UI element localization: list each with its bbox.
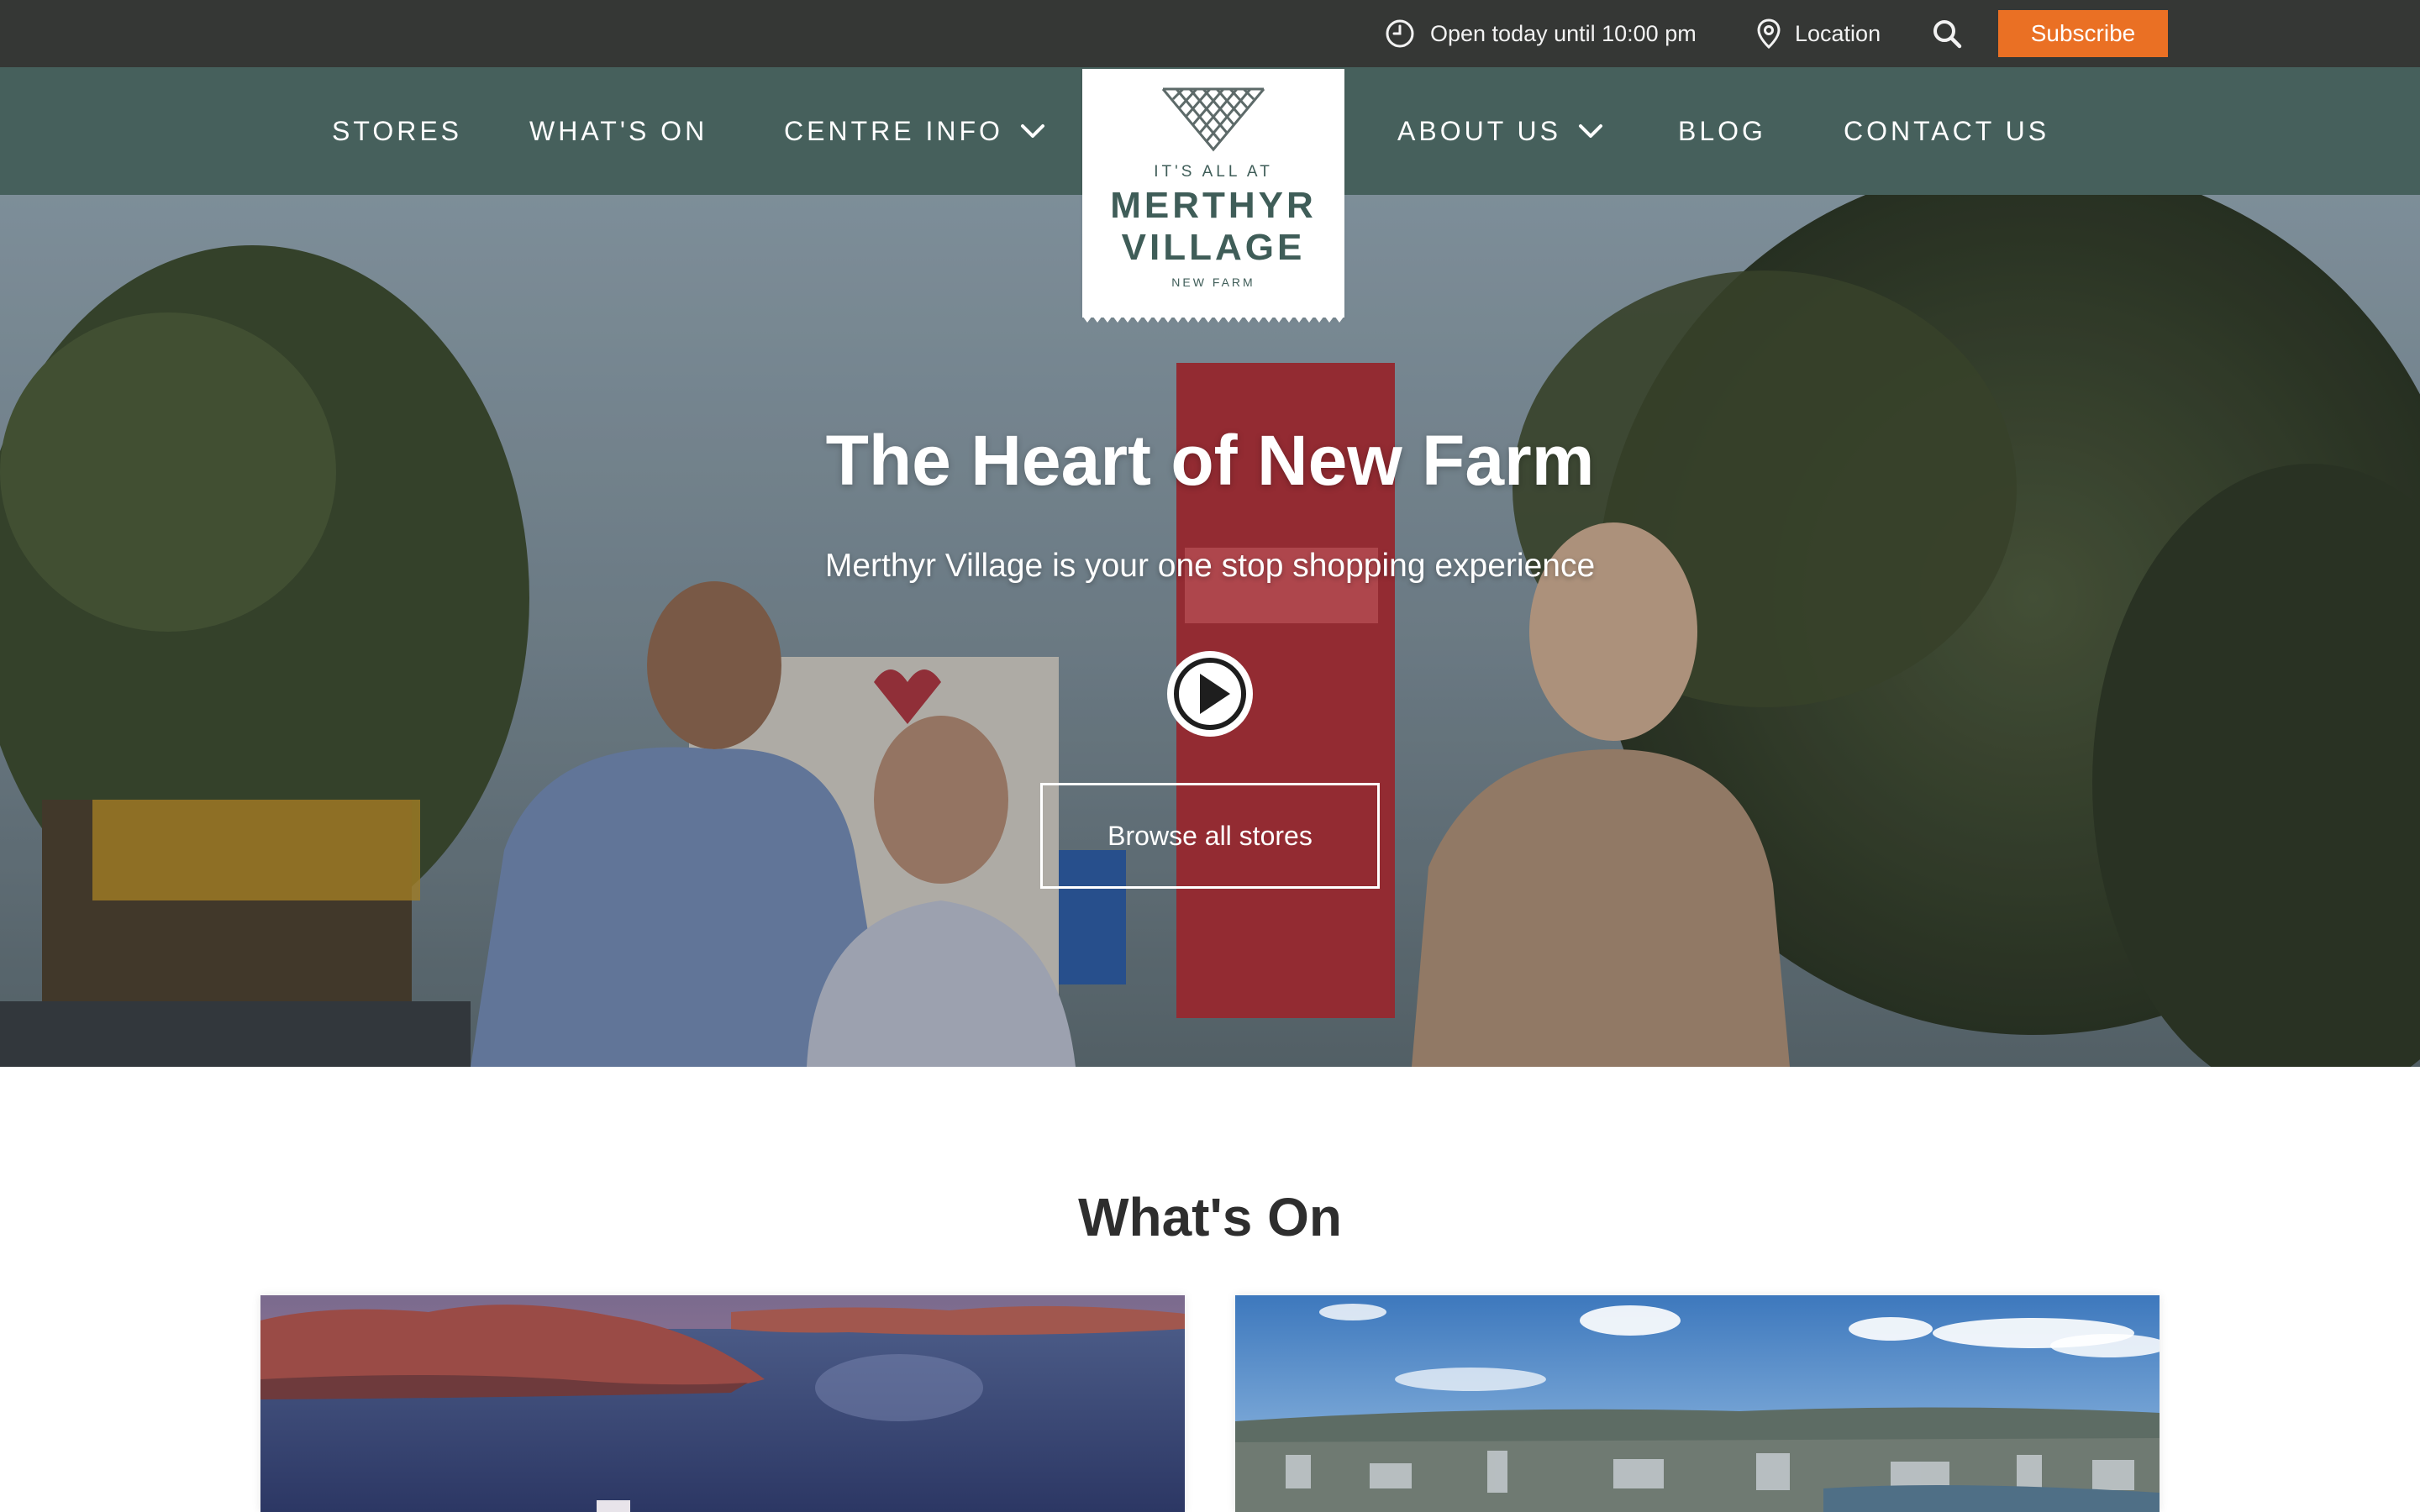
subscribe-button[interactable]: Subscribe bbox=[1998, 10, 2168, 57]
location-link[interactable]: Location bbox=[1756, 0, 1881, 67]
browse-all-stores-button[interactable]: Browse all stores bbox=[1040, 783, 1380, 889]
logo-suburb: NEW FARM bbox=[1171, 276, 1255, 289]
nav-contact-us[interactable]: CONTACT US bbox=[1844, 67, 2049, 195]
site-logo[interactable]: IT'S ALL AT MERTHYR VILLAGE NEW FARM bbox=[1082, 69, 1344, 323]
nav-contact-us-label: CONTACT US bbox=[1844, 115, 2050, 146]
hero-background-image bbox=[0, 195, 2420, 1067]
event-card[interactable] bbox=[260, 1295, 1185, 1512]
utility-bar: Open today until 10:00 pm Location Subsc… bbox=[0, 0, 2420, 67]
nav-about-us-label: ABOUT US bbox=[1397, 115, 1561, 146]
nav-blog-label: BLOG bbox=[1678, 115, 1766, 146]
event-card-image bbox=[260, 1295, 1185, 1512]
lattice-logo-mark bbox=[1161, 87, 1265, 152]
chevron-down-icon bbox=[1020, 124, 1044, 138]
logo-zigzag-edge bbox=[1082, 312, 1344, 323]
whats-on-heading: What's On bbox=[1078, 1187, 1342, 1247]
hero-banner: The Heart of New Farm Merthyr Village is… bbox=[0, 195, 2420, 1067]
opening-hours-text: Open today until 10:00 pm bbox=[1430, 20, 1697, 46]
hero-subtitle: Merthyr Village is your one stop shoppin… bbox=[824, 548, 1596, 584]
clock-icon bbox=[1386, 19, 1414, 48]
search-button[interactable] bbox=[1931, 0, 1963, 67]
location-label: Location bbox=[1795, 20, 1881, 46]
nav-blog[interactable]: BLOG bbox=[1678, 67, 1766, 195]
nav-stores-label: STORES bbox=[332, 115, 462, 146]
search-icon bbox=[1933, 20, 1962, 49]
play-video-icon[interactable] bbox=[1163, 647, 1257, 741]
nav-centre-info[interactable]: CENTRE INFO bbox=[784, 67, 1045, 195]
nav-about-us[interactable]: ABOUT US bbox=[1397, 67, 1603, 195]
logo-name-line1: MERTHYR bbox=[1110, 185, 1317, 226]
opening-hours: Open today until 10:00 pm bbox=[1385, 0, 1697, 67]
hero-title: The Heart of New Farm bbox=[825, 421, 1595, 500]
event-card-image bbox=[1235, 1295, 2160, 1512]
event-card[interactable] bbox=[1235, 1295, 2160, 1512]
nav-whats-on[interactable]: WHAT'S ON bbox=[529, 67, 708, 195]
map-pin-icon bbox=[1757, 18, 1781, 50]
nav-stores[interactable]: STORES bbox=[332, 67, 462, 195]
nav-centre-info-label: CENTRE INFO bbox=[784, 115, 1003, 146]
chevron-down-icon bbox=[1579, 124, 1602, 138]
nav-whats-on-label: WHAT'S ON bbox=[529, 115, 708, 146]
logo-name-line2: VILLAGE bbox=[1121, 227, 1306, 268]
logo-tagline: IT'S ALL AT bbox=[1154, 163, 1273, 181]
